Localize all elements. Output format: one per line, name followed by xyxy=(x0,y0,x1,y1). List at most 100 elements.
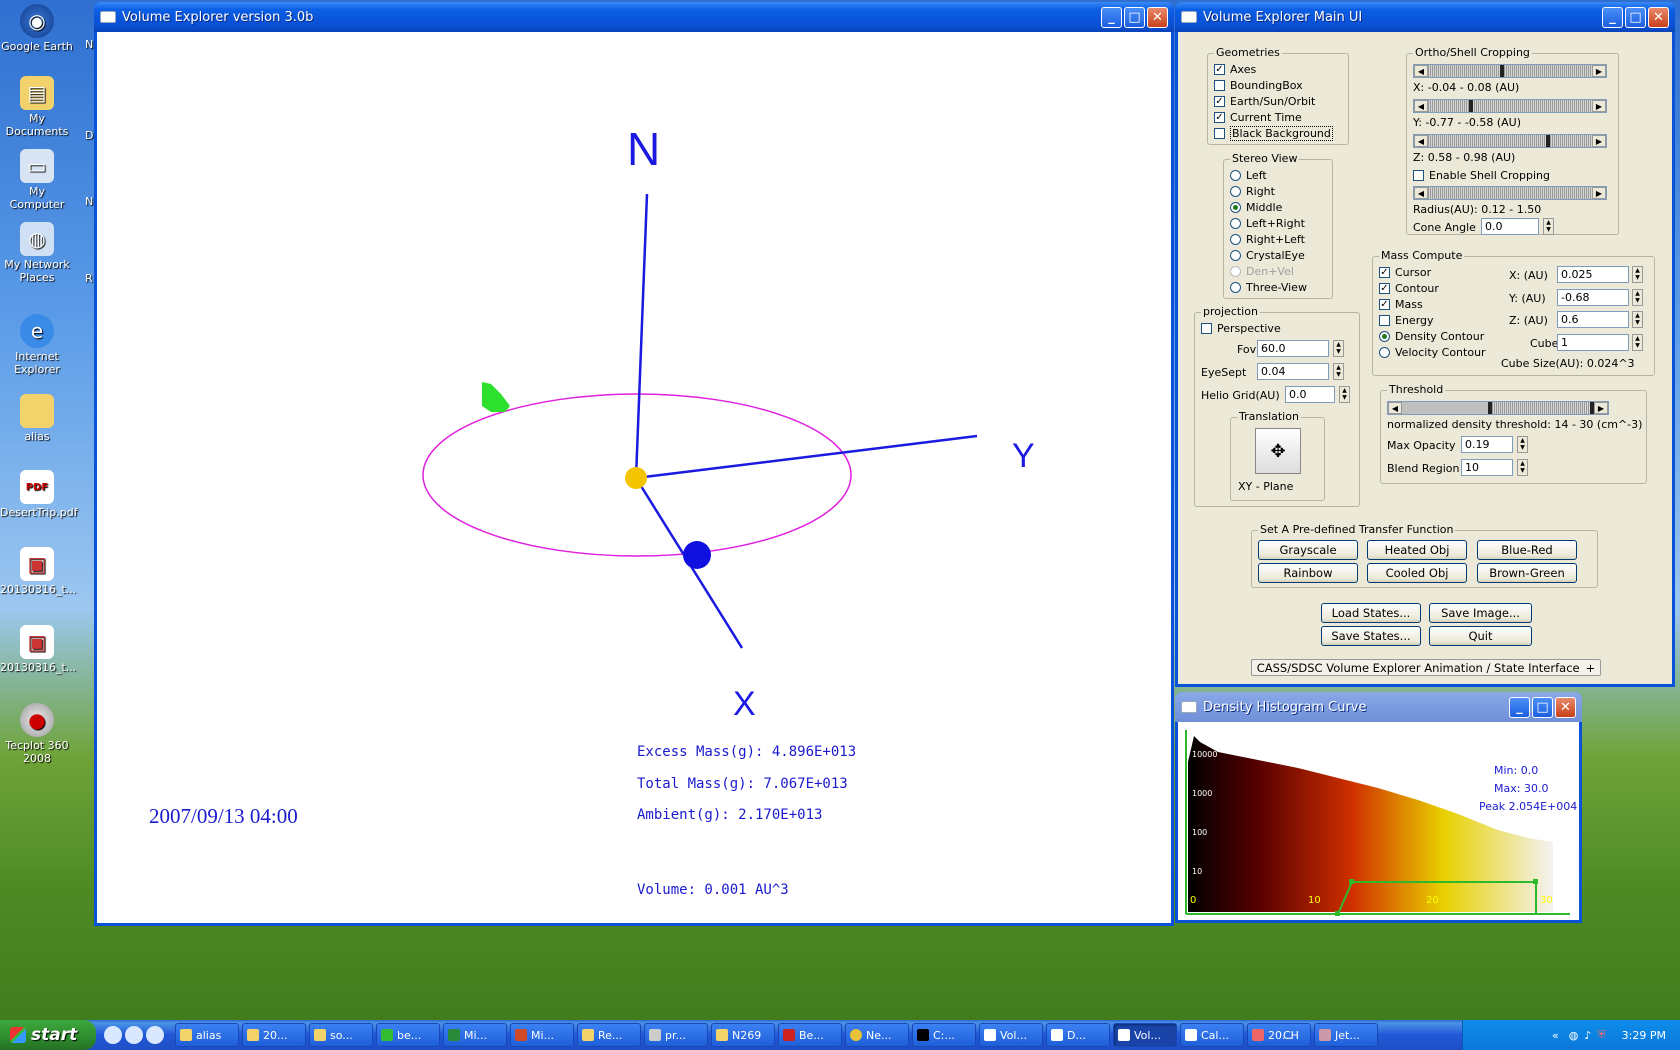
slider-right-arrow-icon[interactable]: ▶ xyxy=(1592,135,1606,147)
desktop-icon-my-computer[interactable]: ▭ My Computer xyxy=(0,149,74,211)
taskbar-button[interactable]: Re... xyxy=(577,1023,641,1047)
desktop-icon-network-places[interactable]: ◍ My Network Places xyxy=(0,222,74,284)
eyesept-spinner[interactable]: ▲ ▼ xyxy=(1333,363,1344,380)
language-indicator[interactable]: CH xyxy=(1283,1029,1299,1042)
histogram-titlebar[interactable]: Density Histogram Curve _ □ ✕ xyxy=(1175,692,1582,722)
radio-dot[interactable] xyxy=(1230,202,1241,213)
cursor-x-input[interactable]: 0.025 xyxy=(1557,266,1629,283)
desktop-icon-image-1[interactable]: ▣ 20130316_t... xyxy=(0,547,76,596)
radio-left-right[interactable]: Left+Right xyxy=(1230,216,1305,231)
volume-tray-icon[interactable]: ♪ xyxy=(1584,1029,1591,1042)
taskbar-button[interactable]: 20... xyxy=(242,1023,306,1047)
show-desktop-icon[interactable] xyxy=(146,1026,164,1044)
checkbox-box[interactable]: ✓ xyxy=(1379,267,1390,278)
cooled-obj-button[interactable]: Cooled Obj xyxy=(1367,563,1467,583)
close-button[interactable]: ✕ xyxy=(1648,6,1669,28)
checkbox-axes[interactable]: ✓ Axes xyxy=(1214,62,1256,77)
slider-track[interactable] xyxy=(1428,187,1592,199)
maximize-button[interactable]: □ xyxy=(1625,6,1646,28)
taskbar-button[interactable]: N269 xyxy=(711,1023,775,1047)
radio-right-left[interactable]: Right+Left xyxy=(1230,232,1305,247)
slider-thumb[interactable] xyxy=(1500,65,1505,77)
max-opacity-spinner[interactable]: ▲ ▼ xyxy=(1517,436,1528,453)
taskbar-button[interactable]: so... xyxy=(309,1023,373,1047)
cube-spinner[interactable]: ▲ ▼ xyxy=(1632,334,1643,351)
desktop-icon-google-earth[interactable]: ◉ Google Earth xyxy=(0,4,74,53)
checkbox-box[interactable] xyxy=(1201,323,1212,334)
taskbar-button[interactable]: D... xyxy=(1046,1023,1110,1047)
z-range-slider[interactable]: ◀ ▶ xyxy=(1413,134,1607,148)
slider-thumb[interactable] xyxy=(1488,402,1493,414)
checkbox-cursor[interactable]: ✓ Cursor xyxy=(1379,265,1431,280)
viewer-canvas[interactable]: N Y X Excess Mass(g): 4.896E+013 Total M… xyxy=(97,32,1171,923)
radio-dot[interactable] xyxy=(1379,347,1390,358)
slider-right-arrow-icon[interactable]: ▶ xyxy=(1592,100,1606,112)
tray-chevron-icon[interactable]: « xyxy=(1552,1029,1559,1042)
x-range-slider[interactable]: ◀ ▶ xyxy=(1413,64,1607,78)
helio-grid-spinner[interactable]: ▲ ▼ xyxy=(1339,386,1350,403)
radio-dot[interactable] xyxy=(1230,234,1241,245)
cube-input[interactable]: 1 xyxy=(1557,334,1629,351)
taskbar-button[interactable]: C:... xyxy=(912,1023,976,1047)
desktop-icon-alias[interactable]: alias xyxy=(0,394,74,443)
histogram-canvas[interactable]: 10000 1000 100 10 0 10 20 30 Min: 0.0 Ma… xyxy=(1178,722,1579,920)
radio-middle[interactable]: Middle xyxy=(1230,200,1282,215)
heated-obj-button[interactable]: Heated Obj xyxy=(1367,540,1467,560)
checkbox-mass[interactable]: ✓ Mass xyxy=(1379,297,1423,312)
checkbox-current-time[interactable]: ✓ Current Time xyxy=(1214,110,1302,125)
taskbar-button[interactable]: Mi... xyxy=(443,1023,507,1047)
threshold-slider[interactable]: ◀ ▶ xyxy=(1387,401,1609,415)
eyesept-input[interactable]: 0.04 xyxy=(1257,363,1329,380)
save-image-button[interactable]: Save Image... xyxy=(1429,603,1532,623)
slider-right-arrow-icon[interactable]: ▶ xyxy=(1594,402,1608,414)
checkbox-contour[interactable]: ✓ Contour xyxy=(1379,281,1439,296)
desktop-icon-pdf[interactable]: PDF DesertTrip.pdf xyxy=(0,470,78,519)
taskbar-button[interactable]: be... xyxy=(376,1023,440,1047)
cursor-z-input[interactable]: 0.6 xyxy=(1557,311,1629,328)
checkbox-box[interactable]: ✓ xyxy=(1214,64,1225,75)
cursor-x-spinner[interactable]: ▲ ▼ xyxy=(1632,266,1643,283)
rainbow-button[interactable]: Rainbow xyxy=(1258,563,1358,583)
grayscale-button[interactable]: Grayscale xyxy=(1258,540,1358,560)
checkbox-box[interactable]: ✓ xyxy=(1379,283,1390,294)
cone-angle-spinner[interactable]: ▲ ▼ xyxy=(1543,218,1554,235)
checkbox-box[interactable] xyxy=(1413,170,1424,181)
load-states-button[interactable]: Load States... xyxy=(1321,603,1421,623)
checkbox-box[interactable]: ✓ xyxy=(1379,299,1390,310)
checkbox-black-background[interactable]: Black Background xyxy=(1214,126,1333,141)
helio-grid-input[interactable]: 0.0 xyxy=(1285,386,1335,403)
radio-crystaleye[interactable]: CrystalEye xyxy=(1230,248,1305,263)
slider-thumb[interactable] xyxy=(1546,135,1551,147)
cursor-z-spinner[interactable]: ▲ ▼ xyxy=(1632,311,1643,328)
slider-track[interactable] xyxy=(1428,65,1592,77)
radio-dot[interactable] xyxy=(1230,218,1241,229)
taskbar-button-active[interactable]: Vol... xyxy=(1113,1023,1177,1047)
cursor-y-spinner[interactable]: ▲ ▼ xyxy=(1632,289,1643,306)
slider-track[interactable] xyxy=(1428,135,1592,147)
quit-button[interactable]: Quit xyxy=(1429,626,1532,646)
radio-dot[interactable] xyxy=(1230,282,1241,293)
taskbar-button[interactable]: pr... xyxy=(644,1023,708,1047)
brown-green-button[interactable]: Brown-Green xyxy=(1477,563,1577,583)
slider-left-arrow-icon[interactable]: ◀ xyxy=(1414,100,1428,112)
slider-left-arrow-icon[interactable]: ◀ xyxy=(1388,402,1402,414)
maximize-button[interactable]: □ xyxy=(1124,6,1145,28)
radio-density-contour[interactable]: Density Contour xyxy=(1379,329,1484,344)
max-opacity-input[interactable]: 0.19 xyxy=(1461,436,1513,453)
checkbox-box[interactable] xyxy=(1214,80,1225,91)
radio-three-view[interactable]: Three-View xyxy=(1230,280,1307,295)
desktop-icon-my-documents[interactable]: ▤ My Documents xyxy=(0,76,74,138)
cursor-y-input[interactable]: -0.68 xyxy=(1557,289,1629,306)
security-tray-icon[interactable]: ⛨ xyxy=(1597,1028,1605,1042)
slider-thumb[interactable] xyxy=(1469,100,1473,112)
slider-thumb[interactable] xyxy=(1590,402,1595,414)
slider-left-arrow-icon[interactable]: ◀ xyxy=(1414,65,1428,77)
checkbox-perspective[interactable]: Perspective xyxy=(1201,321,1281,336)
radio-right[interactable]: Right xyxy=(1230,184,1275,199)
taskbar-button[interactable]: alias xyxy=(175,1023,239,1047)
taskbar-button[interactable]: Mi... xyxy=(510,1023,574,1047)
taskbar-button[interactable]: Be... xyxy=(778,1023,842,1047)
save-states-button[interactable]: Save States... xyxy=(1321,626,1421,646)
fov-input[interactable]: 60.0 xyxy=(1257,340,1329,357)
checkbox-earth-sun-orbit[interactable]: ✓ Earth/Sun/Orbit xyxy=(1214,94,1315,109)
